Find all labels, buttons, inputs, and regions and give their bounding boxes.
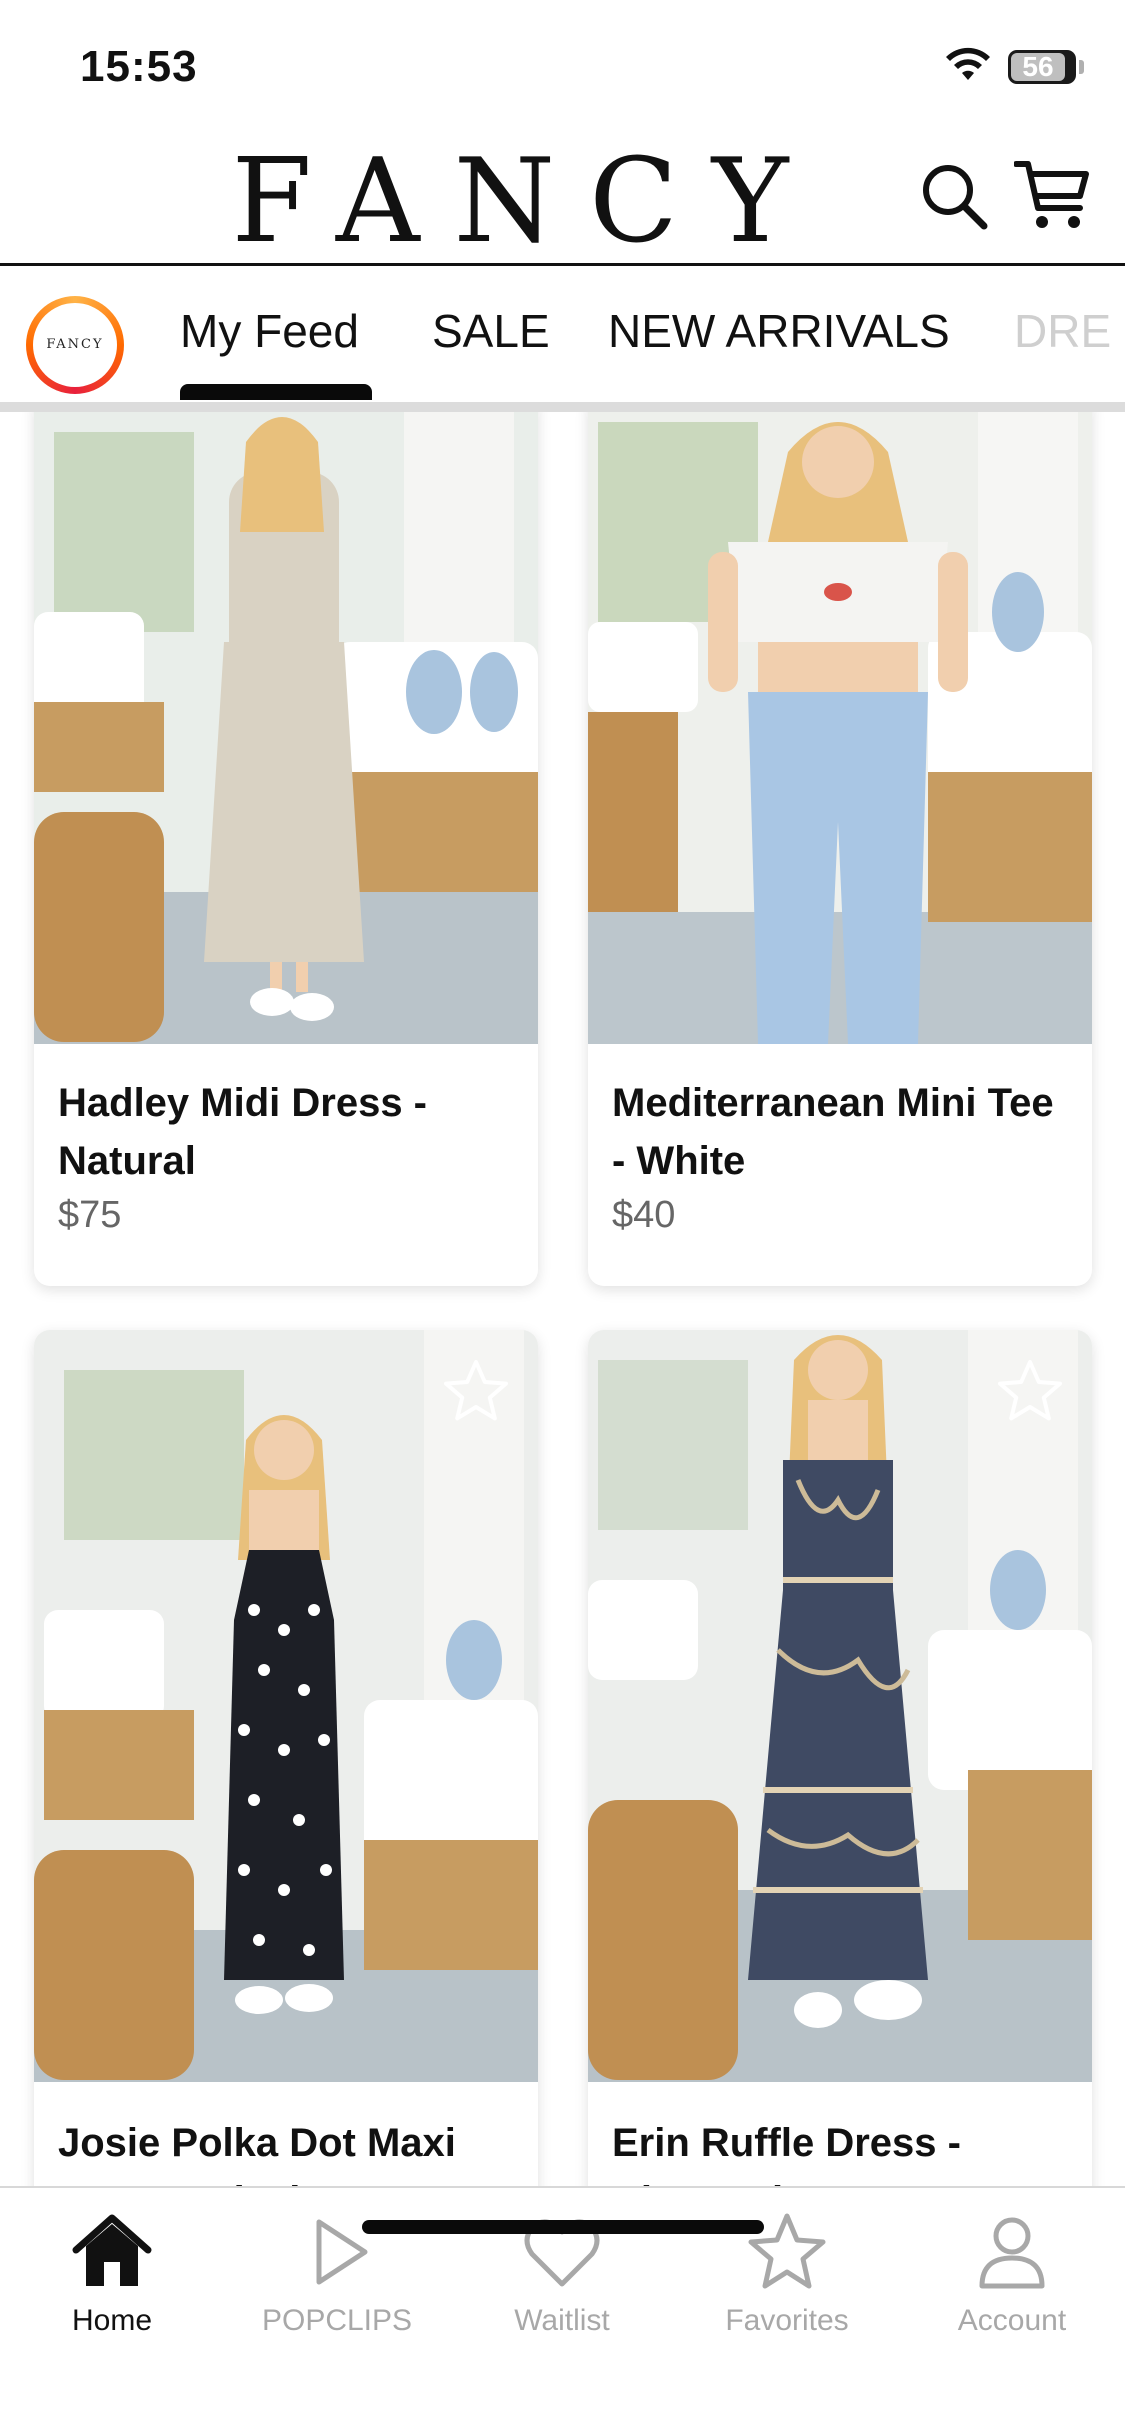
nav-popclips-label: POPCLIPS (261, 2304, 413, 2337)
favorite-star-icon[interactable] (994, 1356, 1066, 1428)
product-name[interactable]: Josie Polka Dot Maxi Dress - Black (58, 2114, 518, 2186)
tab-new-arrivals[interactable]: NEW ARRIVALS (608, 304, 950, 358)
store-logo-avatar[interactable]: FANCY (26, 296, 124, 394)
tabs-divider (0, 402, 1125, 412)
product-photo[interactable] (34, 1330, 538, 2082)
product-photo[interactable] (34, 412, 538, 1044)
nav-home-label: Home (71, 2304, 153, 2337)
favorite-star-icon[interactable] (440, 1356, 512, 1428)
battery-cap (1079, 60, 1084, 74)
account-icon (979, 2217, 1045, 2289)
cart-icon[interactable] (1014, 156, 1090, 232)
nav-home[interactable]: Home (22, 2206, 202, 2356)
active-tab-indicator (180, 384, 372, 400)
search-icon[interactable] (918, 160, 990, 232)
home-indicator (362, 2220, 764, 2234)
store-logo-text: FANCY (33, 303, 117, 387)
product-card[interactable]: Mediterranean Mini Tee - White $40 (588, 412, 1092, 1286)
tab-dresses[interactable]: DRE (1014, 304, 1111, 358)
product-price: $75 (58, 1194, 122, 1236)
product-photo[interactable] (588, 412, 1092, 1044)
app-header: FANCY (0, 140, 1125, 266)
category-tabs: FANCY My Feed SALE NEW ARRIVALS DRE (0, 268, 1125, 402)
nav-account-label: Account (957, 2304, 1067, 2337)
product-card[interactable]: Hadley Midi Dress - Natural $75 (34, 412, 538, 1286)
brand-logo[interactable]: FANCY (0, 144, 1020, 260)
product-grid: Hadley Midi Dress - Natural $75 Mediterr… (0, 412, 1125, 2186)
nav-waitlist-label: Waitlist (514, 2304, 610, 2337)
status-bar: 15:53 56 (0, 0, 1125, 140)
product-name[interactable]: Hadley Midi Dress - Natural (58, 1074, 518, 1190)
tab-my-feed[interactable]: My Feed (180, 304, 359, 358)
product-card[interactable]: Erin Ruffle Dress - Charcoal (588, 1330, 1092, 2186)
product-name[interactable]: Erin Ruffle Dress - Charcoal (612, 2114, 1072, 2186)
status-time: 15:53 (80, 42, 198, 91)
home-icon (72, 2214, 152, 2286)
wifi-icon (946, 47, 990, 80)
product-price: $40 (612, 1194, 676, 1236)
battery-level: 56 (1022, 51, 1054, 82)
nav-account[interactable]: Account (922, 2206, 1102, 2356)
nav-favorites-label: Favorites (725, 2304, 849, 2337)
product-name[interactable]: Mediterranean Mini Tee - White (612, 1074, 1072, 1190)
tab-sale[interactable]: SALE (432, 304, 550, 358)
product-photo[interactable] (588, 1330, 1092, 2082)
product-card[interactable]: Josie Polka Dot Maxi Dress - Black (34, 1330, 538, 2186)
battery-icon: 56 (1008, 50, 1076, 84)
